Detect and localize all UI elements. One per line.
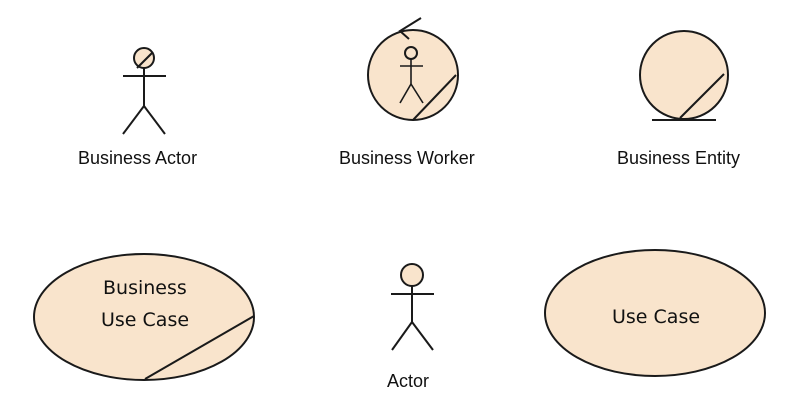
use-case-label: Use Case: [612, 306, 701, 328]
business-actor-right-leg: [143, 105, 166, 135]
actor-left-leg: [391, 321, 413, 351]
business-actor-label: Business Actor: [78, 148, 198, 168]
business-actor-left-leg: [122, 105, 145, 135]
business-worker-circle: [367, 29, 459, 121]
business-worker-label: Business Worker: [339, 148, 475, 168]
actor-label: Actor: [387, 371, 430, 391]
business-use-case-label-line2: Use Case: [101, 309, 190, 331]
business-actor-symbol: [122, 47, 166, 135]
business-entity-symbol: [639, 30, 729, 121]
diagram-canvas: [33, 17, 766, 381]
business-entity-label: Business Entity: [617, 148, 741, 168]
actor-symbol: [391, 263, 434, 351]
business-actor-head: [133, 47, 155, 69]
actor-head: [400, 263, 424, 287]
business-worker-symbol: [367, 17, 459, 121]
business-entity-circle: [639, 30, 729, 120]
business-use-case-label-line1: Business: [103, 277, 187, 299]
uml-notation-diagram: Business Actor Business Worker Business …: [0, 0, 793, 416]
actor-right-leg: [411, 321, 434, 351]
